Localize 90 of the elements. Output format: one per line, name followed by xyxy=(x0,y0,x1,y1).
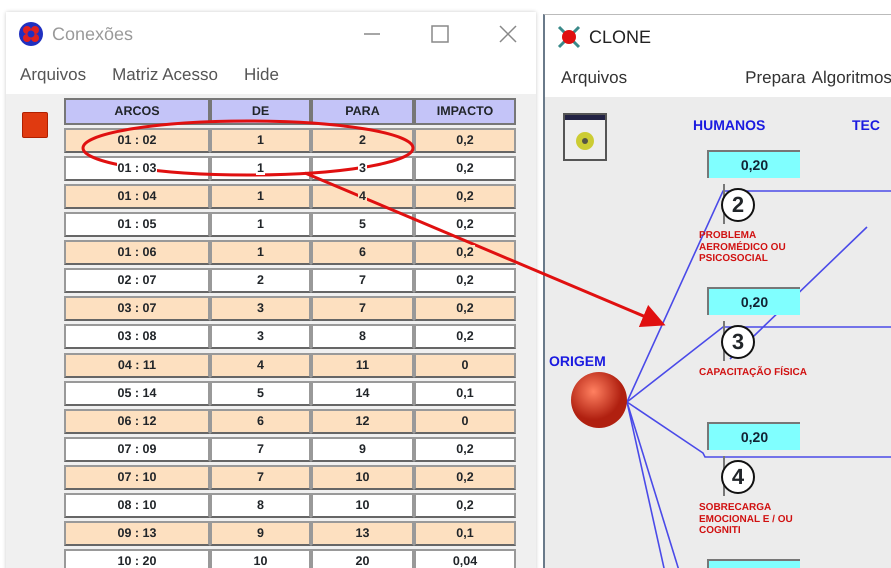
table-cell: 01 : 05 xyxy=(64,212,210,238)
table-cell: 07 : 10 xyxy=(64,464,210,490)
menu-item[interactable]: Hide xyxy=(244,62,279,88)
app-icon xyxy=(18,21,44,47)
value-field[interactable]: 0,20 xyxy=(707,150,800,178)
table-cell: 8 xyxy=(311,324,414,350)
node-label: CAPACITAÇÃO FÍSICA xyxy=(699,367,808,378)
table-cell: 08 : 10 xyxy=(64,492,210,518)
table-cell: 0,2 xyxy=(414,128,516,154)
window-title: Conexões xyxy=(52,22,134,46)
table-cell: 1 xyxy=(210,212,311,238)
table-cell: 0,1 xyxy=(414,520,516,546)
table-cell: 0,2 xyxy=(414,296,516,322)
table-cell: 10 xyxy=(311,464,414,490)
table-cell: 0,04 xyxy=(414,548,516,568)
column-header: PARA xyxy=(311,98,414,125)
table-cell: 01 : 02 xyxy=(64,128,210,154)
window-title: CLONE xyxy=(589,26,652,48)
menu-item[interactable]: Matriz Acesso xyxy=(112,62,218,88)
table-cell: 0,2 xyxy=(414,212,516,238)
table-cell: 4 xyxy=(210,352,311,378)
table-cell: 7 xyxy=(311,296,414,322)
table-cell: 01 : 04 xyxy=(64,184,210,210)
table-cell: 0,2 xyxy=(414,436,516,462)
table-cell: 5 xyxy=(311,212,414,238)
table-cell: 06 : 12 xyxy=(64,408,210,434)
table-cell: 1 xyxy=(210,184,311,210)
table-cell: 5 xyxy=(210,380,311,406)
menu-item[interactable]: Prepara xyxy=(745,65,806,91)
window-gear-icon[interactable] xyxy=(563,113,607,161)
group-heading: HUMANOS xyxy=(693,116,766,135)
table-cell: 9 xyxy=(210,520,311,546)
value-field[interactable]: 0,20 xyxy=(707,422,800,450)
table-cell: 1 xyxy=(210,240,311,266)
table-cell: 0,2 xyxy=(414,464,516,490)
table-cell: 01 : 03 xyxy=(64,156,210,182)
table-cell: 10 xyxy=(210,548,311,568)
table-cell: 12 xyxy=(311,408,414,434)
menu-item[interactable]: Arquivos xyxy=(561,65,628,91)
origin-node[interactable] xyxy=(569,370,629,430)
table-cell: 7 xyxy=(210,464,311,490)
table-cell: 03 : 08 xyxy=(64,324,210,350)
maximize-icon[interactable] xyxy=(430,24,450,44)
table-cell: 20 xyxy=(311,548,414,568)
table-cell: 1 xyxy=(210,128,311,154)
table-cell: 10 : 20 xyxy=(64,548,210,568)
table-cell: 0,1 xyxy=(414,380,516,406)
table-cell: 0,2 xyxy=(414,240,516,266)
table-cell: 11 xyxy=(311,352,414,378)
node-number: 4 xyxy=(721,460,755,494)
table-cell: 04 : 11 xyxy=(64,352,210,378)
table-cell: 0,2 xyxy=(414,492,516,518)
table-cell: 0,2 xyxy=(414,156,516,182)
table-cell: 7 xyxy=(210,436,311,462)
column-header: IMPACTO xyxy=(414,98,516,125)
node-number: 2 xyxy=(721,188,755,222)
table-cell: 6 xyxy=(210,408,311,434)
table-cell: 07 : 09 xyxy=(64,436,210,462)
table-cell: 2 xyxy=(210,268,311,294)
table-cell: 09 : 13 xyxy=(64,520,210,546)
table-cell: 13 xyxy=(311,520,414,546)
table-cell: 0 xyxy=(414,408,516,434)
column-header: ARCOS xyxy=(64,98,210,125)
menu-item[interactable]: Algoritmos xyxy=(812,65,891,91)
table-cell: 3 xyxy=(210,296,311,322)
table-cell: 05 : 14 xyxy=(64,380,210,406)
table-cell: 4 xyxy=(311,184,414,210)
table-cell: 0,2 xyxy=(414,324,516,350)
table-cell: 3 xyxy=(210,324,311,350)
table-cell: 8 xyxy=(210,492,311,518)
table-cell: 03 : 07 xyxy=(64,296,210,322)
table-cell: 10 xyxy=(311,492,414,518)
value-field[interactable]: 0,20 xyxy=(707,287,800,315)
table-cell: 0 xyxy=(414,352,516,378)
table-cell: 01 : 06 xyxy=(64,240,210,266)
group-heading: TEC xyxy=(852,116,880,135)
table-cell: 0,2 xyxy=(414,268,516,294)
origin-label: ORIGEM xyxy=(549,352,606,371)
table-cell: 9 xyxy=(311,436,414,462)
table-cell: 2 xyxy=(311,128,414,154)
table-cell: 0,2 xyxy=(414,184,516,210)
menu-item[interactable]: Arquivos xyxy=(20,62,86,88)
app-icon xyxy=(557,25,581,49)
table-cell: 7 xyxy=(311,268,414,294)
table-cell: 14 xyxy=(311,380,414,406)
node-label: SOBRECARGA EMOCIONAL E / OU COGNITI xyxy=(699,502,794,536)
close-icon[interactable] xyxy=(498,24,518,44)
table-cell: 02 : 07 xyxy=(64,268,210,294)
node-number: 3 xyxy=(721,325,755,359)
table-cell: 6 xyxy=(311,240,414,266)
